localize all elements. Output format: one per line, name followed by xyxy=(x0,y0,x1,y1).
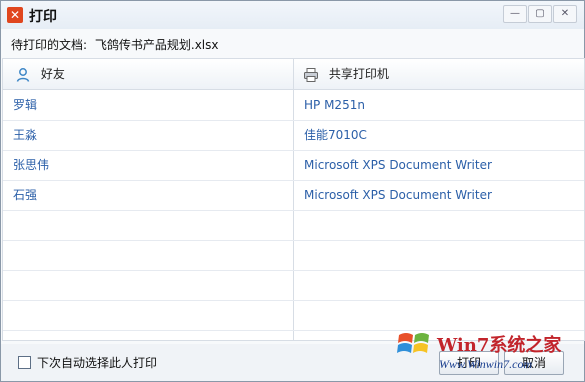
printer-name: 佳能7010C xyxy=(304,128,367,142)
table-row[interactable]: 罗辑 HP M251n xyxy=(3,90,584,121)
printer-name: Microsoft XPS Document Writer xyxy=(304,158,492,172)
auto-select-checkbox[interactable] xyxy=(18,356,31,369)
empty-row xyxy=(3,240,584,271)
column-label-friend: 好友 xyxy=(40,67,65,81)
empty-row xyxy=(3,210,584,241)
friend-name: 石强 xyxy=(13,188,38,202)
window-title: 打印 xyxy=(29,9,57,25)
windows-logo-icon xyxy=(397,333,429,353)
document-label: 待打印的文档: xyxy=(11,38,88,52)
printer-name: HP M251n xyxy=(304,98,365,112)
empty-row xyxy=(3,270,584,301)
friend-name: 罗辑 xyxy=(13,98,38,112)
close-button[interactable]: ✕ xyxy=(553,5,577,23)
auto-select-label[interactable]: 下次自动选择此人打印 xyxy=(37,354,157,371)
print-dialog-window: ✕ 打印 — ▢ ✕ 待打印的文档: 飞鸽传书产品规划.xlsx 好友 共享打印… xyxy=(0,0,585,382)
title-bar[interactable]: ✕ 打印 — ▢ ✕ xyxy=(1,1,584,29)
minimize-button[interactable]: — xyxy=(503,5,527,23)
friend-printer-table: 好友 共享打印机 罗辑 HP M251n 王淼 佳能7010C 张思伟 Micr… xyxy=(2,58,585,341)
friend-name: 张思伟 xyxy=(13,158,50,172)
column-header-printer[interactable]: 共享打印机 xyxy=(303,59,389,89)
table-row[interactable]: 王淼 佳能7010C xyxy=(3,120,584,151)
table-row[interactable]: 石强 Microsoft XPS Document Writer xyxy=(3,180,584,211)
column-header-friend[interactable]: 好友 xyxy=(15,59,65,89)
site-watermark: Win7系统之家 Www.Winwin7.com xyxy=(393,327,581,381)
document-info: 待打印的文档: 飞鸽传书产品规划.xlsx xyxy=(11,36,222,53)
printer-icon xyxy=(304,67,318,82)
user-icon xyxy=(16,67,30,82)
maximize-button[interactable]: ▢ xyxy=(528,5,552,23)
app-logo-icon: ✕ xyxy=(7,7,23,23)
friend-name: 王淼 xyxy=(13,128,38,142)
table-row[interactable]: 张思伟 Microsoft XPS Document Writer xyxy=(3,150,584,181)
document-filename: 飞鸽传书产品规划.xlsx xyxy=(94,38,219,52)
column-label-printer: 共享打印机 xyxy=(328,67,389,81)
watermark-brand: Win7系统之家 xyxy=(437,335,562,356)
printer-name: Microsoft XPS Document Writer xyxy=(304,188,492,202)
watermark-url: Www.Winwin7.com xyxy=(439,357,533,371)
